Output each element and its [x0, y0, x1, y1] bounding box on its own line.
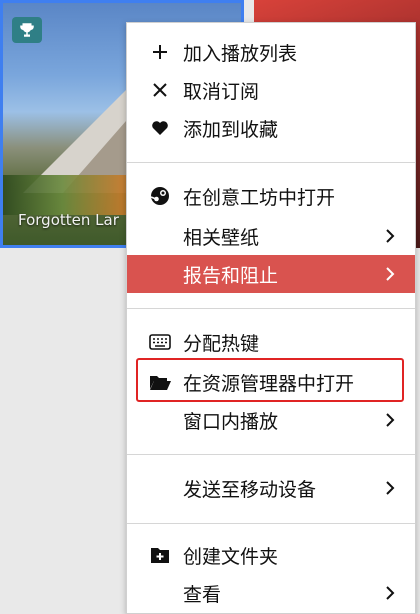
menu-item-label: 分配热键: [183, 332, 260, 355]
menu-separator: [127, 162, 415, 163]
keyboard-icon: [149, 331, 171, 353]
context-menu: 加入播放列表 取消订阅 添加到收藏 在创意工坊中打开 相关壁纸 报告和阻止 分配…: [126, 22, 416, 614]
menu-item-create-folder[interactable]: 创建文件夹: [127, 536, 415, 574]
menu-separator: [127, 308, 415, 309]
menu-item-label: 发送至移动设备: [183, 478, 317, 501]
menu-item-related-wallpapers[interactable]: 相关壁纸: [127, 217, 415, 255]
chevron-right-icon: [383, 227, 397, 245]
menu-item-label: 加入播放列表: [183, 42, 298, 65]
menu-separator: [127, 454, 415, 455]
menu-item-label: 取消订阅: [183, 80, 260, 103]
heart-icon: [149, 117, 171, 139]
menu-item-label: 在创意工坊中打开: [183, 186, 336, 209]
menu-item-unsubscribe[interactable]: 取消订阅: [127, 71, 415, 109]
menu-item-add-to-playlist[interactable]: 加入播放列表: [127, 33, 415, 71]
menu-item-send-to-mobile[interactable]: 发送至移动设备: [127, 469, 415, 507]
menu-item-report-and-block[interactable]: 报告和阻止: [127, 255, 415, 293]
menu-item-play-in-window[interactable]: 窗口内播放: [127, 401, 415, 439]
menu-item-label: 报告和阻止: [183, 264, 279, 287]
menu-item-open-in-workshop[interactable]: 在创意工坊中打开: [127, 177, 415, 215]
annotation-highlight: [136, 358, 404, 402]
chevron-right-icon: [383, 479, 397, 497]
wallpaper-title: Forgotten Lar: [18, 211, 119, 229]
menu-item-assign-hotkey[interactable]: 分配热键: [127, 323, 415, 361]
close-icon: [149, 79, 171, 101]
trophy-icon: [12, 17, 42, 43]
steam-icon: [149, 185, 171, 207]
folder-add-icon: [149, 544, 171, 566]
chevron-right-icon: [383, 411, 397, 429]
menu-item-label: 创建文件夹: [183, 545, 279, 568]
menu-item-view[interactable]: 查看: [127, 574, 415, 612]
menu-item-add-to-favorites[interactable]: 添加到收藏: [127, 109, 415, 147]
menu-item-label: 添加到收藏: [183, 118, 279, 141]
menu-item-label: 查看: [183, 583, 222, 606]
chevron-right-icon: [383, 584, 397, 602]
chevron-right-icon: [383, 265, 397, 283]
menu-item-label: 相关壁纸: [183, 226, 260, 249]
plus-icon: [149, 41, 171, 63]
menu-item-label: 窗口内播放: [183, 410, 279, 433]
menu-separator: [127, 523, 415, 524]
